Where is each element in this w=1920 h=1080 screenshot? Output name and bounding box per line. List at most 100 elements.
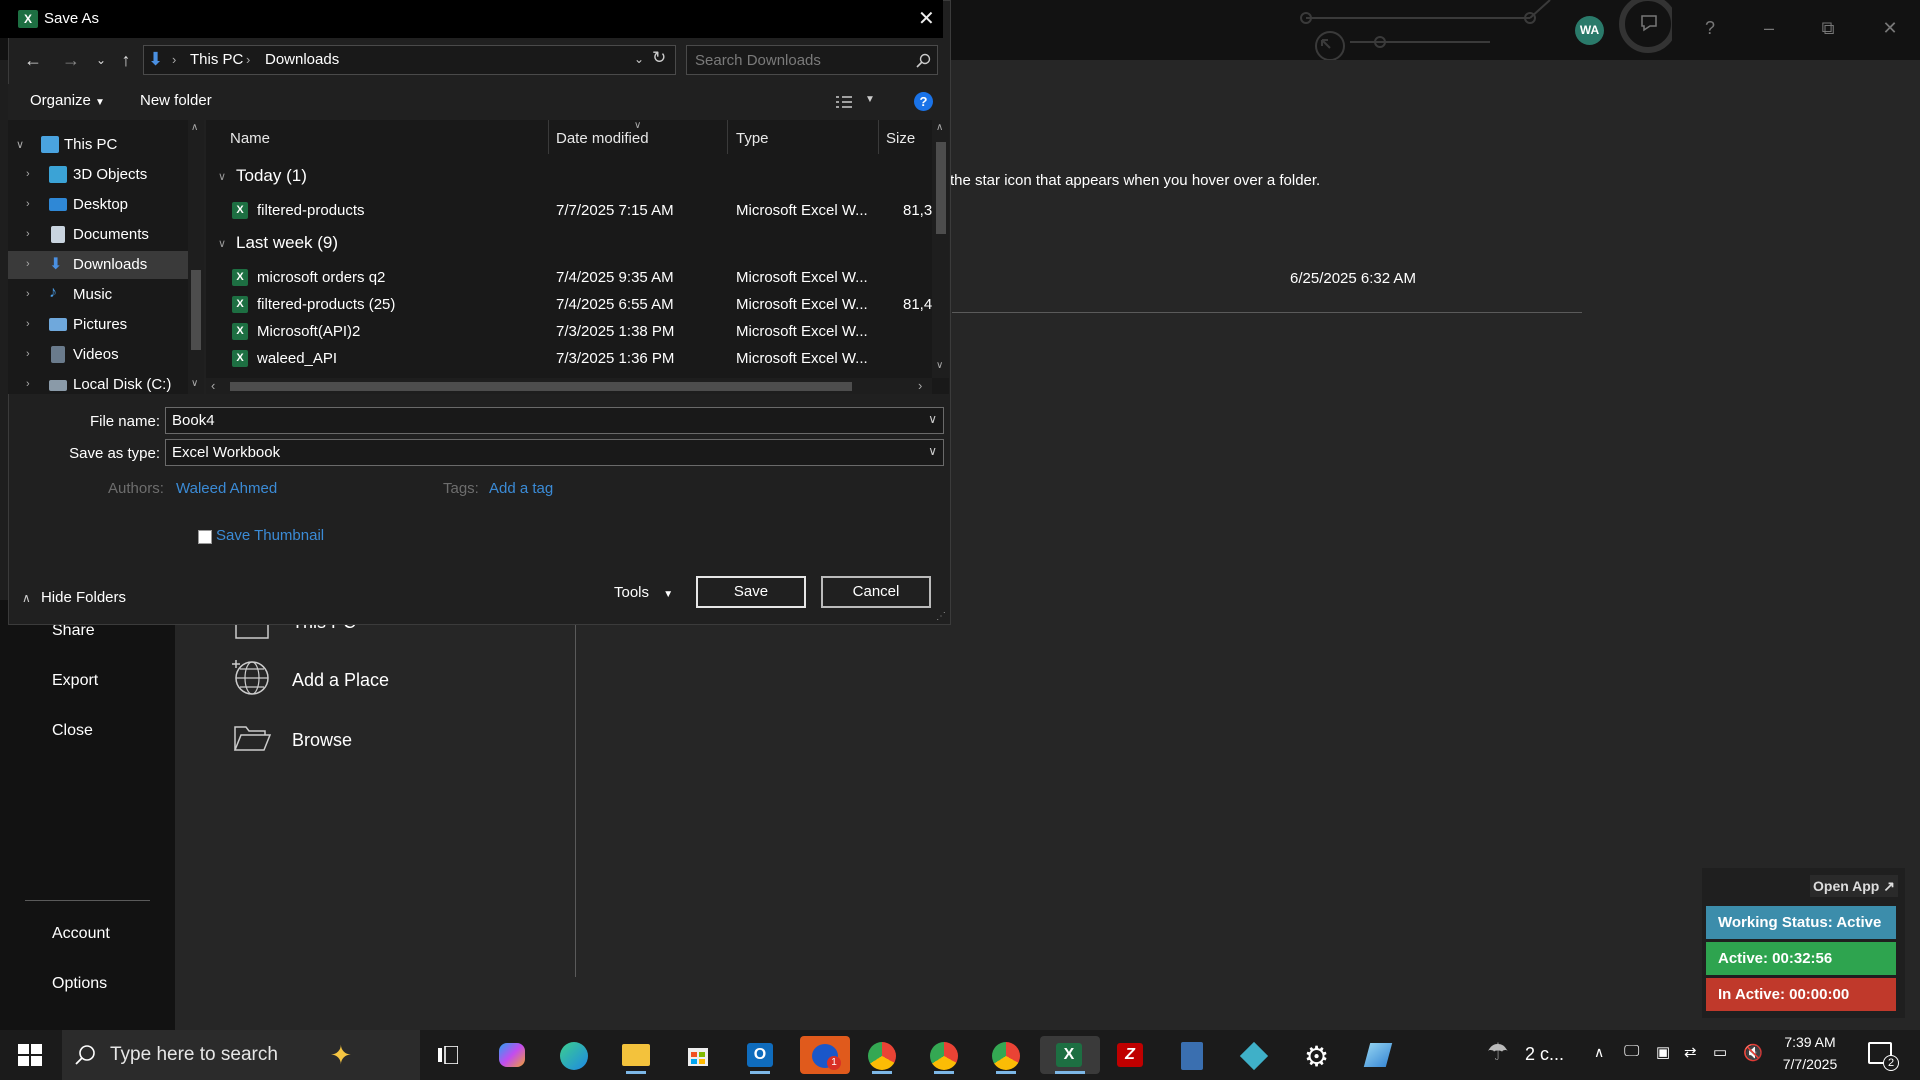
address-dropdown-icon[interactable]: ⌄ bbox=[634, 52, 644, 66]
column-header-size[interactable]: Size bbox=[886, 130, 915, 147]
save-type-select[interactable]: Excel Workbook ∨ bbox=[165, 439, 944, 466]
file-explorer-icon[interactable] bbox=[616, 1036, 656, 1074]
microsoft-store-icon[interactable] bbox=[678, 1036, 718, 1074]
organize-button[interactable]: Organize ▼ bbox=[30, 92, 105, 109]
nav-scroll-thumb[interactable] bbox=[191, 270, 201, 350]
place-browse[interactable]: Browse bbox=[232, 720, 532, 756]
taskbar-search-box[interactable]: Type here to search ✦ bbox=[62, 1030, 420, 1080]
chrome-profile-3-icon[interactable] bbox=[986, 1036, 1026, 1074]
back-arrow-icon[interactable]: ← bbox=[20, 47, 46, 73]
tree-item-documents[interactable]: › Documents bbox=[8, 221, 188, 249]
scroll-left-icon[interactable]: ‹ bbox=[211, 378, 215, 393]
add-tag-link[interactable]: Add a tag bbox=[489, 480, 553, 497]
battery-icon[interactable]: ▭ bbox=[1713, 1043, 1727, 1061]
copilot-sparkle-icon[interactable]: ✦ bbox=[330, 1040, 352, 1071]
excel-app-icon[interactable]: X bbox=[1040, 1036, 1100, 1074]
weather-umbrella-icon[interactable]: ☂ bbox=[1487, 1038, 1509, 1067]
tree-item-music[interactable]: › ♪ Music bbox=[8, 281, 188, 309]
restore-icon[interactable]: ⧉ bbox=[1818, 18, 1838, 38]
up-arrow-icon[interactable]: ↑ bbox=[113, 47, 139, 73]
copilot-app-icon[interactable] bbox=[492, 1036, 532, 1074]
address-bar[interactable]: ⬇ › This PC › Downloads ⌄ bbox=[143, 45, 676, 75]
dialog-close-icon[interactable]: ✕ bbox=[918, 6, 935, 31]
group-header-last-week[interactable]: Last week (9) bbox=[236, 233, 338, 253]
column-divider[interactable] bbox=[878, 120, 879, 154]
save-thumbnail-label[interactable]: Save Thumbnail bbox=[216, 527, 324, 544]
place-add-a-place[interactable]: Add a Place bbox=[232, 656, 532, 698]
chevron-down-icon[interactable]: ∨ bbox=[218, 237, 226, 250]
search-input[interactable]: Search Downloads bbox=[686, 45, 938, 75]
file-list-hscrollbar[interactable]: ‹ › bbox=[206, 378, 932, 394]
refresh-icon[interactable]: ↻ bbox=[652, 48, 666, 68]
chevron-down-icon[interactable]: ∨ bbox=[928, 444, 937, 458]
column-header-name[interactable]: Name bbox=[230, 130, 270, 147]
breadcrumb-downloads[interactable]: Downloads bbox=[265, 51, 339, 68]
cancel-button[interactable]: Cancel bbox=[821, 576, 931, 608]
scroll-down-icon[interactable]: ∨ bbox=[936, 360, 943, 371]
settings-gear-icon[interactable]: ⚙ bbox=[1296, 1036, 1336, 1074]
scroll-down-icon[interactable]: ∨ bbox=[191, 378, 198, 389]
recent-locations-chevron-icon[interactable]: ⌄ bbox=[88, 47, 114, 73]
file-row[interactable]: X waleed_API 7/3/2025 1:36 PM Microsoft … bbox=[206, 346, 932, 372]
network-icon[interactable]: 🖵 bbox=[1624, 1043, 1639, 1061]
tray-expand-chevron-icon[interactable]: ∧ bbox=[1594, 1044, 1604, 1061]
column-header-date[interactable]: Date modified bbox=[556, 130, 649, 147]
save-button[interactable]: Save bbox=[696, 576, 806, 608]
chrome-profile-2-icon[interactable] bbox=[924, 1036, 964, 1074]
tools-button[interactable]: Tools ▼ bbox=[614, 584, 673, 601]
file-row[interactable]: X filtered-products 7/7/2025 7:15 AM Mic… bbox=[206, 198, 932, 224]
avatar[interactable]: WA bbox=[1575, 16, 1604, 45]
chevron-down-icon[interactable]: ∨ bbox=[928, 412, 937, 426]
filezilla-icon[interactable]: Z bbox=[1110, 1036, 1150, 1074]
sync-icon[interactable]: ⇄ bbox=[1684, 1043, 1697, 1061]
edge-browser-icon[interactable] bbox=[554, 1036, 594, 1074]
tree-item-this-pc[interactable]: ∨ This PC bbox=[8, 131, 188, 159]
calendar-app-icon[interactable]: 1 bbox=[800, 1036, 850, 1074]
menu-close[interactable]: Close bbox=[52, 722, 93, 740]
open-app-button[interactable]: Open App ↗ bbox=[1810, 875, 1898, 897]
menu-account[interactable]: Account bbox=[52, 925, 110, 943]
tree-item-downloads[interactable]: › ⬇ Downloads bbox=[8, 251, 188, 279]
file-name-input[interactable]: Book4 ∨ bbox=[165, 407, 944, 434]
windows-start-icon[interactable] bbox=[18, 1044, 42, 1066]
camera-icon[interactable]: ▣ bbox=[1656, 1043, 1670, 1061]
close-window-icon[interactable]: ✕ bbox=[1880, 18, 1900, 38]
chevron-down-icon[interactable]: ∨ bbox=[218, 170, 226, 183]
forward-arrow-icon[interactable]: → bbox=[58, 47, 84, 73]
tree-item-pictures[interactable]: › Pictures bbox=[8, 311, 188, 339]
clock-date[interactable]: 7/7/2025 bbox=[1775, 1056, 1845, 1072]
hide-folders-button[interactable]: ∧ Hide Folders bbox=[22, 589, 126, 606]
menu-options[interactable]: Options bbox=[52, 975, 107, 993]
scroll-up-icon[interactable]: ∧ bbox=[936, 122, 943, 133]
diamond-app-icon[interactable] bbox=[1234, 1036, 1274, 1074]
volume-muted-icon[interactable]: 🔇 bbox=[1743, 1043, 1763, 1063]
file-list-vscroll-thumb[interactable] bbox=[936, 142, 946, 234]
file-list-hscroll-thumb[interactable] bbox=[230, 382, 852, 391]
column-header-type[interactable]: Type bbox=[736, 130, 769, 147]
tree-item-3d-objects[interactable]: › 3D Objects bbox=[8, 161, 188, 189]
resize-grip-icon[interactable]: ⋰ bbox=[936, 611, 946, 622]
menu-export[interactable]: Export bbox=[52, 672, 98, 690]
file-row[interactable]: X Microsoft(API)2 7/3/2025 1:38 PM Micro… bbox=[206, 319, 932, 345]
save-thumbnail-checkbox[interactable] bbox=[198, 530, 212, 544]
chrome-profile-1-icon[interactable] bbox=[862, 1036, 902, 1074]
help-icon[interactable]: ? bbox=[1700, 18, 1720, 38]
help-icon[interactable]: ? bbox=[914, 92, 933, 111]
outlook-icon[interactable]: O bbox=[740, 1036, 780, 1074]
column-divider[interactable] bbox=[548, 120, 549, 154]
tree-item-videos[interactable]: › Videos bbox=[8, 341, 188, 369]
file-row[interactable]: X filtered-products (25) 7/4/2025 6:55 A… bbox=[206, 292, 932, 318]
view-options-icon[interactable] bbox=[834, 94, 854, 110]
breadcrumb-this-pc[interactable]: This PC bbox=[190, 51, 243, 68]
view-dropdown-icon[interactable]: ▼ bbox=[865, 94, 875, 105]
scroll-up-icon[interactable]: ∧ bbox=[191, 122, 198, 133]
file-row[interactable]: X microsoft orders q2 7/4/2025 9:35 AM M… bbox=[206, 265, 932, 291]
snipping-tool-icon[interactable] bbox=[1358, 1036, 1398, 1074]
task-view-icon[interactable] bbox=[428, 1036, 468, 1074]
clock-time[interactable]: 7:39 AM bbox=[1775, 1034, 1845, 1050]
group-header-today[interactable]: Today (1) bbox=[236, 166, 307, 186]
new-folder-button[interactable]: New folder bbox=[140, 92, 212, 109]
minimize-icon[interactable]: – bbox=[1759, 18, 1779, 38]
weather-text[interactable]: 2 c... bbox=[1525, 1044, 1564, 1065]
calculator-icon[interactable] bbox=[1172, 1036, 1212, 1074]
